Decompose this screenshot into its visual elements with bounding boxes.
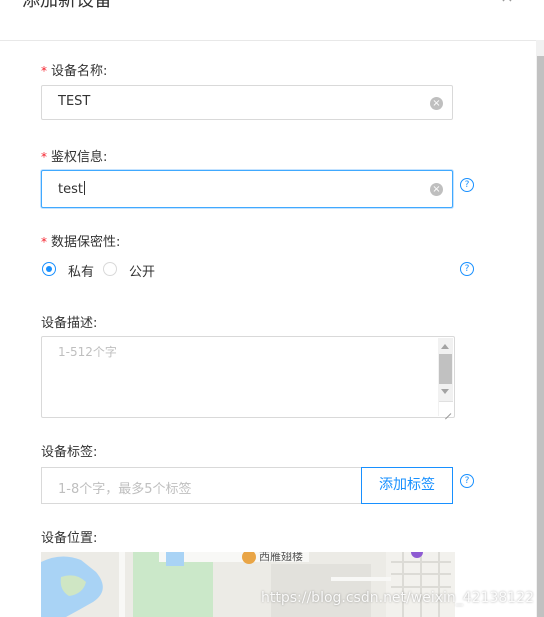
radio-private[interactable] [42,262,56,276]
description-textarea[interactable]: 1-512个字 [41,336,455,418]
help-icon[interactable]: ? [460,262,474,276]
device-name-value: TEST [58,94,91,109]
required-mark: * [41,64,47,78]
clear-icon[interactable]: × [430,97,443,110]
tags-placeholder: 1-8个字，最多5个标签 [58,482,192,497]
radio-private-label[interactable]: 私有 [68,261,94,280]
dialog-header: 添加新设备 × [0,0,544,41]
radio-public-label[interactable]: 公开 [129,261,155,280]
description-label: 设备描述: [41,316,98,331]
page-scroll-thumb[interactable] [537,56,544,617]
auth-info-value: test [58,181,85,197]
description-placeholder: 1-512个字 [58,345,117,359]
tags-input[interactable]: 1-8个字，最多5个标签 [41,467,362,504]
radio-public[interactable] [103,262,117,276]
add-tag-button[interactable]: 添加标签 [361,467,453,504]
scroll-up-icon[interactable] [441,344,449,349]
required-mark: * [41,235,47,249]
resize-handle-icon[interactable] [439,401,453,416]
page-scrollbar[interactable] [536,40,544,617]
tags-label: 设备标签: [41,445,98,460]
device-name-label: * 设备名称: [41,64,108,79]
location-map[interactable]: 西雁翅楼 [41,552,455,617]
map-tiles [41,552,455,617]
required-mark: * [41,150,47,164]
clear-icon[interactable]: × [430,183,443,196]
auth-info-label: * 鉴权信息: [41,150,108,165]
auth-info-input[interactable]: test × [41,170,453,208]
scroll-thumb[interactable] [439,354,452,384]
help-icon[interactable]: ? [460,474,474,488]
close-icon[interactable]: × [500,0,514,5]
help-icon[interactable]: ? [460,178,474,192]
location-label: 设备位置: [41,531,98,546]
text-caret [83,181,85,195]
device-name-input[interactable]: TEST × [41,85,453,120]
scroll-down-icon[interactable] [441,389,449,394]
map-place-label: 西雁翅楼 [259,552,303,563]
watermark-text: https://blog.csdn.net/weixin_42138122 [261,590,535,606]
data-privacy-label: * 数据保密性: [41,235,121,250]
dialog-title: 添加新设备 [22,0,112,11]
